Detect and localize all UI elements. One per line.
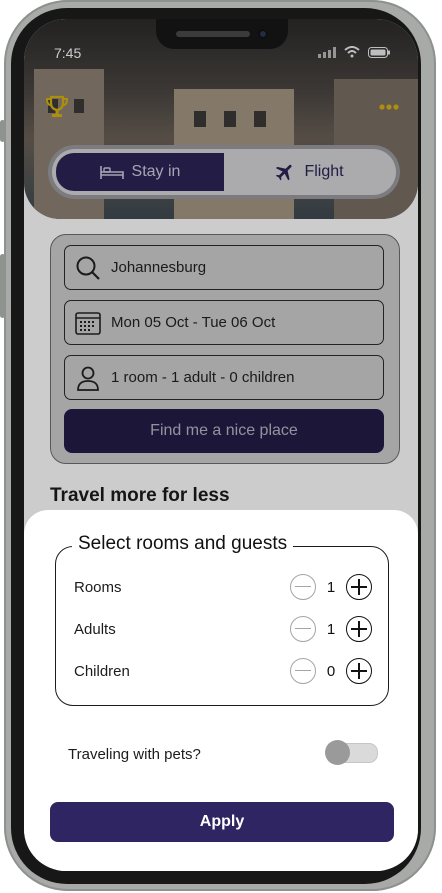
children-label: Children xyxy=(74,662,130,680)
rooms-increment-button[interactable] xyxy=(346,574,372,600)
adults-count: 1 xyxy=(326,620,336,638)
children-increment-button[interactable] xyxy=(346,658,372,684)
rooms-count: 1 xyxy=(326,578,336,596)
rooms-row: Rooms 1 xyxy=(56,572,388,602)
rooms-decrement-button[interactable] xyxy=(290,574,316,600)
adults-decrement-button[interactable] xyxy=(290,616,316,642)
pets-label: Traveling with pets? xyxy=(68,746,201,763)
pets-toggle-knob xyxy=(325,740,350,765)
phone-notch xyxy=(156,19,288,49)
children-row: Children 0 xyxy=(56,656,388,686)
rooms-guests-group: Select rooms and guests Rooms 1 Adults 1… xyxy=(55,533,389,706)
rooms-guests-sheet: Select rooms and guests Rooms 1 Adults 1… xyxy=(24,510,418,871)
adults-increment-button[interactable] xyxy=(346,616,372,642)
pets-toggle[interactable] xyxy=(325,740,378,765)
adults-row: Adults 1 xyxy=(56,614,388,644)
front-camera xyxy=(258,29,268,39)
rooms-label: Rooms xyxy=(74,578,122,596)
children-count: 0 xyxy=(326,662,336,680)
speaker-grille xyxy=(176,31,250,37)
side-button-top xyxy=(0,120,5,142)
screen: 7:45 Stay in Flight Johannesburg Mon 05 … xyxy=(24,19,418,871)
apply-button[interactable]: Apply xyxy=(50,802,394,842)
sheet-title: Select rooms and guests xyxy=(72,533,294,555)
children-decrement-button[interactable] xyxy=(290,658,316,684)
side-button-volume xyxy=(0,254,5,318)
adults-label: Adults xyxy=(74,620,116,638)
